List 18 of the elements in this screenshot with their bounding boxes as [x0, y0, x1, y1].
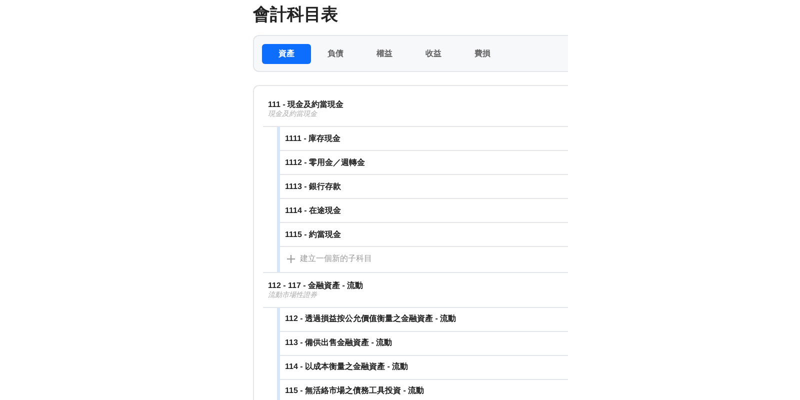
- account-group-name[interactable]: 111 - 現金及約當現金: [268, 99, 568, 110]
- tab[interactable]: 費損: [458, 44, 507, 64]
- account-group-name[interactable]: 112 - 117 - 金融資產 - 流動: [268, 280, 568, 290]
- tab[interactable]: 權益: [360, 44, 409, 64]
- sub-account-name[interactable]: 1112 - 零用金／週轉金: [285, 156, 366, 168]
- sub-account-name[interactable]: 1114 - 在途現金: [285, 204, 342, 216]
- plus-icon: [287, 255, 295, 264]
- sub-account-name[interactable]: 1113 - 銀行存款: [285, 180, 342, 192]
- sub-account-name[interactable]: 112 - 透過損益按公允價值衡量之金融資產 - 流動: [285, 313, 456, 325]
- tab[interactable]: 資產: [262, 44, 311, 64]
- sub-account-name[interactable]: 1111 - 庫存現金: [285, 132, 341, 144]
- sub-account-name[interactable]: 113 - 備供出售金融資產 - 流動: [285, 337, 392, 349]
- tab[interactable]: 負債: [311, 44, 360, 64]
- tab[interactable]: 收益: [409, 44, 458, 64]
- sub-account-name[interactable]: 115 - 無活絡市場之債務工具投資 - 流動: [285, 385, 424, 397]
- sub-account-name[interactable]: 1115 - 約當現金: [285, 228, 342, 240]
- sub-account-name[interactable]: 114 - 以成本衡量之金融資產 - 流動: [285, 361, 408, 373]
- page-title: 會計科目表: [253, 4, 339, 26]
